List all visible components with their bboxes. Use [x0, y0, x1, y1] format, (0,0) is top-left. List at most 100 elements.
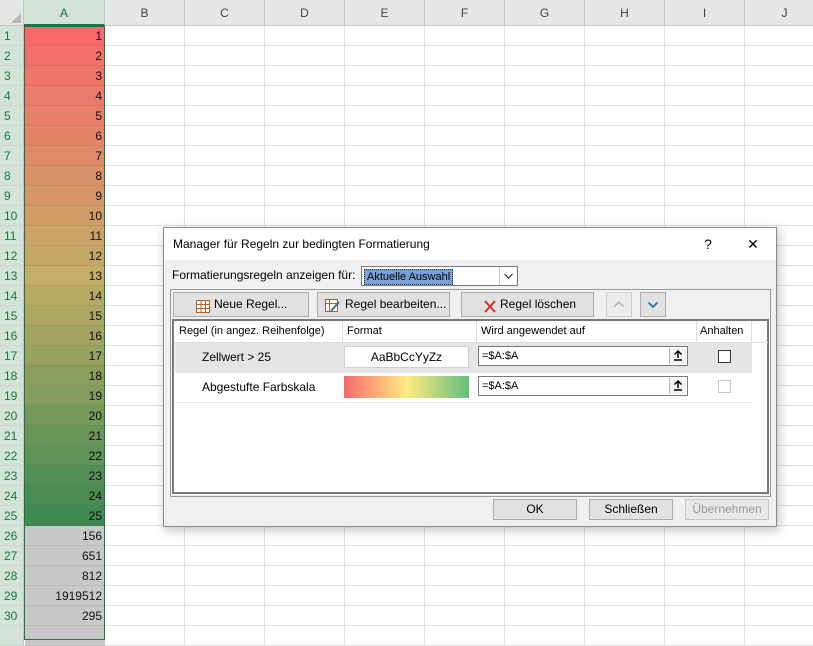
- column-header-i[interactable]: I: [665, 0, 745, 26]
- cell[interactable]: [745, 626, 813, 645]
- cell[interactable]: [265, 166, 345, 185]
- cell[interactable]: [185, 26, 265, 45]
- cell[interactable]: [425, 206, 505, 225]
- row-header[interactable]: 13: [0, 266, 24, 286]
- cell[interactable]: [265, 546, 345, 565]
- cell-a[interactable]: 812: [25, 566, 105, 586]
- row-header[interactable]: 20: [0, 406, 24, 426]
- cell[interactable]: [665, 146, 745, 165]
- column-header-h[interactable]: H: [585, 0, 665, 26]
- cell[interactable]: [665, 526, 745, 545]
- cell-a[interactable]: 23: [25, 466, 105, 486]
- column-header-f[interactable]: F: [425, 0, 505, 26]
- cell[interactable]: [105, 126, 185, 145]
- cell-a[interactable]: 7: [25, 146, 105, 166]
- cell[interactable]: [345, 46, 425, 65]
- cell[interactable]: [425, 46, 505, 65]
- cell[interactable]: [505, 106, 585, 125]
- cell-a[interactable]: 12: [25, 246, 105, 266]
- row-header[interactable]: 23: [0, 466, 24, 486]
- cell[interactable]: [585, 546, 665, 565]
- cell[interactable]: [265, 106, 345, 125]
- cell[interactable]: [265, 566, 345, 585]
- edit-rule-button[interactable]: Regel bearbeiten...: [317, 292, 450, 317]
- cell[interactable]: [425, 66, 505, 85]
- cell-a[interactable]: 1: [25, 26, 105, 46]
- cell[interactable]: [505, 126, 585, 145]
- cell[interactable]: [345, 606, 425, 625]
- cell-a[interactable]: 18: [25, 366, 105, 386]
- cell[interactable]: [345, 626, 425, 645]
- row-header[interactable]: 7: [0, 146, 24, 166]
- cell[interactable]: [105, 606, 185, 625]
- help-button[interactable]: ?: [688, 231, 728, 257]
- cell[interactable]: [745, 606, 813, 625]
- cell[interactable]: [185, 526, 265, 545]
- cell[interactable]: [425, 606, 505, 625]
- cell[interactable]: [265, 606, 345, 625]
- cell[interactable]: [665, 206, 745, 225]
- cell-a[interactable]: 24: [25, 486, 105, 506]
- cell[interactable]: [185, 106, 265, 125]
- cell[interactable]: [345, 566, 425, 585]
- cell[interactable]: [185, 626, 265, 645]
- cell[interactable]: [265, 46, 345, 65]
- cell[interactable]: [345, 186, 425, 205]
- cell[interactable]: [505, 606, 585, 625]
- cell[interactable]: [745, 166, 813, 185]
- cell[interactable]: [185, 86, 265, 105]
- cell[interactable]: [585, 146, 665, 165]
- cell[interactable]: [105, 166, 185, 185]
- row-header[interactable]: 30: [0, 606, 24, 626]
- rule-row-color-scale[interactable]: Abgestufte Farbskala =$A:$A: [175, 373, 752, 403]
- cell[interactable]: [745, 546, 813, 565]
- cell[interactable]: [585, 86, 665, 105]
- cell[interactable]: [665, 606, 745, 625]
- cell[interactable]: [505, 526, 585, 545]
- cell[interactable]: [185, 126, 265, 145]
- cell[interactable]: [425, 186, 505, 205]
- row-header[interactable]: 5: [0, 106, 24, 126]
- cell[interactable]: [745, 66, 813, 85]
- cell-a[interactable]: 21: [25, 426, 105, 446]
- collapse-dialog-icon[interactable]: [669, 378, 686, 394]
- show-rules-dropdown[interactable]: Aktuelle Auswahl: [361, 266, 518, 286]
- cell[interactable]: [745, 86, 813, 105]
- cell[interactable]: [185, 186, 265, 205]
- cell[interactable]: [425, 566, 505, 585]
- cell[interactable]: [585, 186, 665, 205]
- cell-a[interactable]: 4: [25, 86, 105, 106]
- cell[interactable]: [185, 586, 265, 605]
- column-header-c[interactable]: C: [185, 0, 265, 26]
- cell[interactable]: [585, 126, 665, 145]
- cell[interactable]: [185, 166, 265, 185]
- apply-button[interactable]: Übernehmen: [685, 499, 769, 520]
- ok-button[interactable]: OK: [493, 499, 577, 520]
- row-header[interactable]: 26: [0, 526, 24, 546]
- row-header[interactable]: 8: [0, 166, 24, 186]
- cell-a[interactable]: 10: [25, 206, 105, 226]
- cell[interactable]: [585, 566, 665, 585]
- cell[interactable]: [345, 26, 425, 45]
- row-header[interactable]: 6: [0, 126, 24, 146]
- cell[interactable]: [265, 126, 345, 145]
- column-header-b[interactable]: B: [105, 0, 185, 26]
- cell[interactable]: [105, 186, 185, 205]
- select-all-corner[interactable]: [0, 0, 24, 26]
- cell[interactable]: [185, 546, 265, 565]
- delete-rule-button[interactable]: Regel löschen: [461, 292, 594, 317]
- cell[interactable]: [425, 586, 505, 605]
- row-header[interactable]: 2: [0, 46, 24, 66]
- cell[interactable]: [185, 146, 265, 165]
- cell-a[interactable]: 11: [25, 226, 105, 246]
- rule-applies-to-field[interactable]: =$A:$A: [478, 376, 688, 396]
- cell[interactable]: [345, 126, 425, 145]
- cell[interactable]: [665, 626, 745, 645]
- cell[interactable]: [105, 206, 185, 225]
- cell[interactable]: [585, 586, 665, 605]
- stop-if-true-checkbox-disabled[interactable]: [718, 380, 731, 393]
- row-header[interactable]: 18: [0, 366, 24, 386]
- cell[interactable]: [505, 546, 585, 565]
- row-header[interactable]: [0, 626, 24, 646]
- cell-a[interactable]: 5: [25, 106, 105, 126]
